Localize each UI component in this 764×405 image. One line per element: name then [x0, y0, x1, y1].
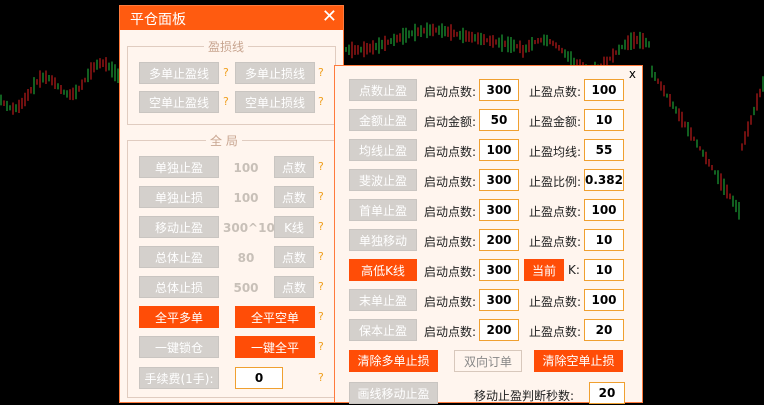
start-label: 启动点数: — [424, 265, 477, 279]
target-label: 止盈均线: — [529, 145, 582, 159]
fee-input[interactable]: 0 — [235, 367, 283, 389]
tp-mode-button[interactable]: 金额止盈 — [349, 109, 417, 131]
start-label: 启动点数: — [424, 205, 477, 219]
start-label: 启动金额: — [424, 115, 477, 129]
target-input[interactable]: 10 — [584, 229, 624, 251]
help-icon[interactable]: ? — [223, 95, 229, 108]
dual-order-button[interactable]: 双向订单 — [454, 350, 522, 372]
help-icon[interactable]: ? — [318, 371, 324, 384]
target-label: 止盈点数: — [529, 295, 582, 309]
total-sl-value[interactable]: 500 — [226, 281, 266, 295]
tp-mode-button[interactable]: 单独移动 — [349, 229, 417, 251]
fee-label: 手续费(1手): — [139, 367, 219, 389]
start-label: 启动点数: — [424, 175, 477, 189]
single-sl-button[interactable]: 单独止损 — [139, 186, 219, 208]
start-label: 启动点数: — [424, 295, 477, 309]
start-input[interactable]: 300 — [479, 289, 519, 311]
multi-sl-line-button[interactable]: 多单止损线 — [235, 62, 315, 84]
sl-line-group-title: 盈损线 — [204, 38, 249, 55]
trailing-tp-value[interactable]: 300^10 — [223, 221, 275, 235]
help-icon[interactable]: ? — [318, 280, 324, 293]
target-input[interactable]: 0.382 — [584, 169, 624, 191]
start-input[interactable]: 200 — [479, 229, 519, 251]
lock-position-button[interactable]: 一键锁仓 — [139, 336, 219, 358]
single-tp-button[interactable]: 单独止盈 — [139, 156, 219, 178]
single-sl-value[interactable]: 100 — [226, 191, 266, 205]
short-sl-line-button[interactable]: 空单止损线 — [235, 91, 315, 113]
start-label: 启动点数: — [424, 325, 477, 339]
target-label: 止盈金额: — [529, 115, 582, 129]
target-label: 止盈点数: — [529, 85, 582, 99]
target-input[interactable]: 100 — [584, 79, 624, 101]
trailing-seconds-input[interactable]: 20 — [589, 382, 625, 404]
total-tp-button[interactable]: 总体止盈 — [139, 246, 219, 268]
start-label: 启动点数: — [424, 145, 477, 159]
trailing-tp-button[interactable]: 移动止盈 — [139, 216, 219, 238]
help-icon[interactable]: ? — [318, 66, 324, 79]
panel-titlebar[interactable]: 平仓面板 ✕ — [120, 6, 343, 30]
help-icon[interactable]: ? — [318, 340, 324, 353]
help-icon[interactable]: ? — [318, 310, 324, 323]
help-icon[interactable]: ? — [223, 66, 229, 79]
close-all-button[interactable]: 一键全平 — [235, 336, 315, 358]
target-input[interactable]: 55 — [584, 139, 624, 161]
close-icon[interactable]: x — [629, 67, 636, 81]
multi-tp-line-button[interactable]: 多单止盈线 — [139, 62, 219, 84]
help-icon[interactable]: ? — [318, 160, 324, 173]
tp-mode-button[interactable]: 保本止盈 — [349, 319, 417, 341]
target-input[interactable]: 10 — [584, 259, 624, 281]
target-input[interactable]: 100 — [584, 199, 624, 221]
total-sl-button[interactable]: 总体止损 — [139, 276, 219, 298]
start-input[interactable]: 50 — [479, 109, 519, 131]
target-input[interactable]: 100 — [584, 289, 624, 311]
close-all-short-button[interactable]: 全平空单 — [235, 306, 315, 328]
current-button[interactable]: 当前 — [524, 259, 564, 281]
target-label: 止盈点数: — [529, 325, 582, 339]
total-tp-value[interactable]: 80 — [226, 251, 266, 265]
single-tp-value[interactable]: 100 — [226, 161, 266, 175]
tp-mode-button[interactable]: 点数止盈 — [349, 79, 417, 101]
tp-mode-button[interactable]: 斐波止盈 — [349, 169, 417, 191]
tp-mode-button[interactable]: 均线止盈 — [349, 139, 417, 161]
total-tp-unit-button[interactable]: 点数 — [274, 246, 314, 268]
start-input[interactable]: 300 — [479, 259, 519, 281]
tp-mode-button[interactable]: 末单止盈 — [349, 289, 417, 311]
target-label: 止盈点数: — [529, 205, 582, 219]
close-all-long-button[interactable]: 全平多单 — [139, 306, 219, 328]
help-icon[interactable]: ? — [318, 95, 324, 108]
start-input[interactable]: 300 — [479, 79, 519, 101]
total-sl-unit-button[interactable]: 点数 — [274, 276, 314, 298]
target-label: 止盈点数: — [529, 235, 582, 249]
tp-mode-button[interactable]: 首单止盈 — [349, 199, 417, 221]
help-icon[interactable]: ? — [318, 220, 324, 233]
single-tp-unit-button[interactable]: 点数 — [274, 156, 314, 178]
target-input[interactable]: 20 — [584, 319, 624, 341]
target-label: K: — [568, 263, 580, 277]
target-input[interactable]: 10 — [584, 109, 624, 131]
tp-mode-button[interactable]: 高低K线 — [349, 259, 417, 281]
draw-trailing-tp-button[interactable]: 画线移动止盈 — [349, 382, 438, 404]
help-icon[interactable]: ? — [318, 190, 324, 203]
short-tp-line-button[interactable]: 空单止盈线 — [139, 91, 219, 113]
start-input[interactable]: 300 — [479, 199, 519, 221]
target-label: 止盈比例: — [529, 175, 582, 189]
trailing-tp-unit-button[interactable]: K线 — [274, 216, 314, 238]
start-label: 启动点数: — [424, 85, 477, 99]
global-group-title: 全 局 — [206, 132, 242, 149]
panel-title: 平仓面板 — [130, 12, 186, 28]
take-profit-panel: x 点数止盈 启动点数: 300 止盈点数: 100 金额止盈 启动金额: 50 止盈金额: 10… — [334, 65, 643, 404]
clear-long-sl-button[interactable]: 清除多单止损 — [349, 350, 438, 372]
start-input[interactable]: 200 — [479, 319, 519, 341]
start-input[interactable]: 300 — [479, 169, 519, 191]
clear-short-sl-button[interactable]: 清除空单止损 — [534, 350, 623, 372]
trailing-seconds-label: 移动止盈判断秒数: — [474, 389, 575, 403]
start-input[interactable]: 100 — [479, 139, 519, 161]
single-sl-unit-button[interactable]: 点数 — [274, 186, 314, 208]
close-icon[interactable]: ✕ — [322, 6, 337, 27]
help-icon[interactable]: ? — [318, 250, 324, 263]
close-position-panel: 平仓面板 ✕ 盈损线 多单止盈线 ? 多单止损线 ? 空单止盈线 ? 空单止损线… — [119, 5, 344, 403]
start-label: 启动点数: — [424, 235, 477, 249]
